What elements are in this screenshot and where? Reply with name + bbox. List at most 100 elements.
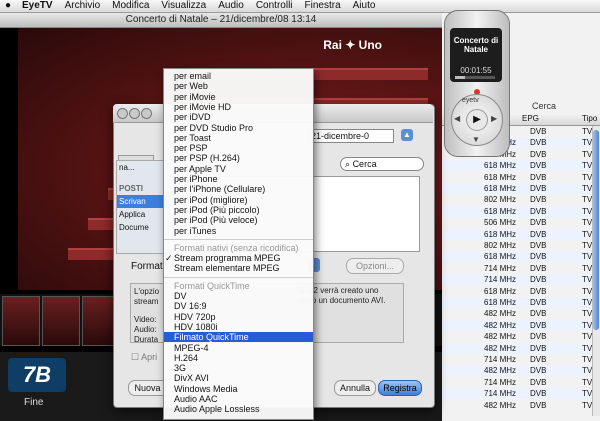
table-row[interactable]: 618 MHz DVB TV	[440, 172, 600, 183]
menu-separator	[164, 276, 313, 278]
remote-progress-fill	[455, 76, 465, 79]
menu-section-header: Formati nativi (senza ricodifica)	[174, 242, 299, 253]
menu-item[interactable]: per iPod (migliore)	[164, 195, 313, 205]
menu-modifica[interactable]: Modifica	[106, 0, 155, 12]
cell-freq: 714 MHz	[484, 389, 517, 399]
table-row[interactable]: 482 MHz DVB TV	[440, 400, 600, 411]
open-checkbox[interactable]: ☐ Apri	[131, 352, 157, 363]
menu-item[interactable]: Filmato QuickTime	[164, 332, 313, 343]
menu-app[interactable]: EyeTV	[16, 0, 59, 12]
apple-icon[interactable]: ●	[0, 0, 16, 12]
menu-item[interactable]: per DVD Studio Pro	[164, 123, 313, 133]
column-tipo[interactable]: Tipo	[582, 113, 597, 125]
cell-freq: 618 MHz	[484, 206, 517, 216]
table-row[interactable]: 482 MHz DVB TV	[440, 342, 600, 354]
menu-item[interactable]: Windows Media	[164, 384, 313, 394]
menu-item[interactable]: per iPod (Più veloce)	[164, 215, 313, 225]
menu-archivio[interactable]: Archivio	[59, 0, 107, 12]
table-row[interactable]: 618 MHz DVB TV	[440, 286, 600, 297]
menu-item[interactable]: per PSP	[164, 143, 313, 153]
thumbnail[interactable]	[2, 296, 40, 346]
arrow-left-icon[interactable]: ◀	[454, 114, 460, 123]
play-icon[interactable]: ▶	[466, 109, 488, 131]
table-row[interactable]: 482 MHz DVB TV	[440, 319, 600, 331]
table-row[interactable]: 714 MHz DVB TV	[440, 274, 600, 286]
filename-field[interactable]: 21-dicembre-0	[308, 129, 394, 143]
table-row[interactable]: 618 MHz DVB TV	[440, 205, 600, 217]
cell-type: TV	[582, 195, 593, 205]
table-row[interactable]: 618 MHz DVB TV	[440, 160, 600, 172]
cell-epg: DVB	[530, 275, 547, 285]
menu-item[interactable]: per Apple TV	[164, 164, 313, 174]
menu-item[interactable]: per iMovie	[164, 92, 313, 102]
cell-epg: DVB	[530, 389, 547, 399]
sidebar-item-documents[interactable]: Docume	[117, 221, 167, 234]
menu-item[interactable]: HDV 1080i	[164, 322, 313, 332]
menu-aiuto[interactable]: Aiuto	[347, 0, 382, 12]
cancel-button[interactable]: Annulla	[334, 380, 376, 396]
menu-audio[interactable]: Audio	[212, 0, 250, 12]
format-dropdown-menu: per email per Web per iMovie per iMovie HD p…	[163, 68, 314, 420]
menu-item[interactable]: per iDVD	[164, 112, 313, 122]
menu-item[interactable]: per Toast	[164, 133, 313, 143]
table-row[interactable]: 714 MHz DVB TV	[440, 388, 600, 400]
menu-item[interactable]: 3G	[164, 363, 313, 373]
menu-item[interactable]: MPEG-4	[164, 343, 313, 353]
sidebar-top[interactable]: na...	[117, 161, 167, 174]
menu-item[interactable]: Stream elementare MPEG	[164, 263, 313, 273]
menu-item[interactable]: Audio AAC	[164, 394, 313, 404]
open-checkbox-label: Apri	[141, 352, 158, 362]
menu-item[interactable]: DV 16:9	[164, 301, 313, 311]
cell-type: TV	[582, 127, 593, 136]
sidebar-item-desktop[interactable]: Scrivan	[117, 195, 167, 208]
table-row[interactable]: 482 MHz DVB TV	[440, 365, 600, 377]
menu-item[interactable]: per iTunes	[164, 226, 313, 236]
table-row[interactable]: 618 MHz DVB TV	[440, 183, 600, 194]
menu-item[interactable]: HDV 720p	[164, 312, 313, 322]
close-icon[interactable]	[117, 108, 128, 119]
table-row[interactable]: 482 MHz DVB TV	[440, 331, 600, 342]
menu-finestra[interactable]: Finestra	[299, 0, 347, 12]
table-row[interactable]: 714 MHz DVB TV	[440, 263, 600, 274]
search-input[interactable]: ⌕ Cerca	[340, 157, 424, 171]
arrow-down-icon[interactable]: ▼	[472, 135, 480, 144]
cell-epg: DVB	[530, 377, 547, 387]
menu-item[interactable]: per iMovie HD	[164, 102, 313, 112]
menu-item[interactable]: per Web	[164, 81, 313, 91]
menu-item[interactable]: DivX AVI	[164, 373, 313, 383]
table-row[interactable]: 506 MHz DVB TV	[440, 217, 600, 228]
zoom-icon[interactable]	[141, 108, 152, 119]
menu-item[interactable]: per email	[164, 71, 313, 81]
menu-item[interactable]: per l'iPhone (Cellulare)	[164, 184, 313, 194]
table-row[interactable]: 482 MHz DVB TV	[440, 308, 600, 319]
menu-item[interactable]: Audio Apple Lossless	[164, 404, 313, 414]
menu-section-header: Formati QuickTime	[174, 280, 250, 291]
arrow-right-icon[interactable]: ▶	[491, 114, 497, 123]
table-row[interactable]: 802 MHz DVB TV	[440, 194, 600, 205]
cell-epg: DVB	[530, 332, 547, 342]
menu-item[interactable]: per PSP (H.264)	[164, 153, 313, 163]
table-row[interactable]: 802 MHz DVB TV	[440, 240, 600, 251]
options-button[interactable]: Opzioni...	[346, 258, 404, 274]
expand-dialog-button[interactable]: ▲	[401, 129, 413, 141]
menu-item[interactable]: Stream programma MPEG	[164, 253, 313, 264]
menu-item[interactable]: per iPhone	[164, 174, 313, 184]
cell-type: TV	[582, 206, 593, 216]
remote-title-line: Natale	[463, 45, 488, 54]
menu-controlli[interactable]: Controlli	[250, 0, 299, 12]
minimize-icon[interactable]	[129, 108, 140, 119]
menu-item[interactable]: DV	[164, 291, 313, 301]
table-row[interactable]: 618 MHz DVB TV	[440, 251, 600, 263]
table-row[interactable]: 618 MHz DVB TV	[440, 228, 600, 240]
table-row[interactable]: 618 MHz DVB TV	[440, 297, 600, 308]
thumbnail[interactable]	[42, 296, 80, 346]
list-scroll-thumb[interactable]	[593, 130, 599, 330]
sidebar-item-applications[interactable]: Applica	[117, 208, 167, 221]
column-epg[interactable]: EPG	[522, 113, 539, 125]
table-row[interactable]: 714 MHz DVB TV	[440, 377, 600, 388]
menu-item[interactable]: H.264	[164, 353, 313, 363]
menu-visualizza[interactable]: Visualizza	[155, 0, 212, 12]
menu-item[interactable]: per iPod (Più piccolo)	[164, 205, 313, 215]
table-row[interactable]: 714 MHz DVB TV	[440, 354, 600, 365]
save-button[interactable]: Registra	[378, 380, 422, 396]
